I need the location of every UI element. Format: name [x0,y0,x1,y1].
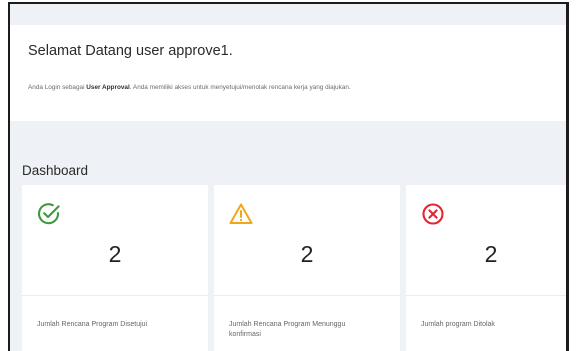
check-circle-icon [37,203,60,225]
welcome-desc-role: User Approval [86,84,130,91]
approved-card: 2 Jumlah Rencana Program Disetujui [22,185,208,351]
card-divider [214,295,400,296]
x-circle-icon [422,203,444,225]
welcome-description: Anda Login sebagai User Approval. Anda m… [28,84,351,91]
welcome-desc-suffix: . Anda memiliki akses untuk menyetujui/m… [129,84,351,91]
approved-label: Jumlah Rencana Program Disetujui [37,321,148,328]
welcome-title: Selamat Datang user approve1. [28,43,233,59]
rejected-label: Jumlah program Ditolak [421,321,495,328]
pending-card: 2 Jumlah Rencana Program Menunggu konfir… [214,185,400,351]
rejected-count: 2 [484,241,498,267]
warning-triangle-icon [229,203,253,224]
welcome-desc-prefix: Anda Login sebagai [28,84,87,91]
rejected-card: 2 Jumlah program Ditolak [406,185,566,351]
dashboard-title: Dashboard [22,163,89,178]
app-frame: Selamat Datang user approve1. Anda Login… [8,2,569,351]
approved-count: 2 [108,241,122,267]
pending-count: 2 [300,241,314,267]
card-divider [406,295,566,296]
welcome-panel: Selamat Datang user approve1. Anda Login… [10,25,566,121]
card-divider [22,295,208,296]
pending-label: Jumlah Rencana Program Menunggu konfirma… [229,321,346,338]
